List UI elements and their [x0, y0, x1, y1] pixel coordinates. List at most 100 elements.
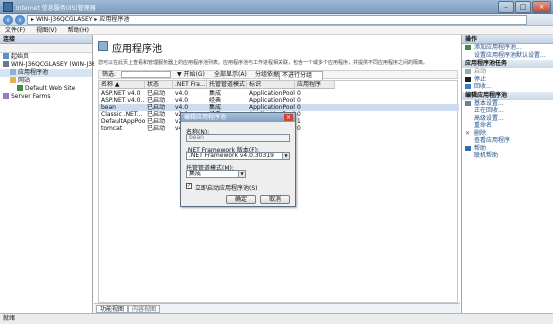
recycle-icon: [465, 84, 471, 89]
cancel-button[interactable]: 取消: [260, 195, 290, 204]
delete-icon: ✕: [465, 129, 471, 137]
action-link[interactable]: 帮助: [462, 145, 553, 153]
table-cell: v4.0: [175, 90, 189, 97]
action-link[interactable]: 查看应用程序: [462, 137, 553, 145]
menu-bar: 文件(F) 视图(V) 帮助(H): [0, 26, 553, 35]
tree-node[interactable]: Server Farms: [0, 93, 92, 101]
table-cell: Classic .NET...: [101, 111, 143, 118]
table-cell: ASP.NET v4.0...: [101, 97, 145, 104]
action-link[interactable]: 联机帮助: [462, 152, 553, 160]
action-label: 设置应用程序池默认设置...: [474, 51, 546, 59]
column-header[interactable]: 应用程序: [295, 81, 335, 89]
table-cell: 已启动: [147, 97, 166, 104]
table-cell: 集成: [209, 90, 222, 97]
action-label: 停止: [474, 75, 487, 83]
help-icon: [465, 145, 471, 151]
close-window-button[interactable]: ×: [532, 1, 551, 13]
table-cell: ApplicationPool...: [249, 97, 295, 104]
app-pool-icon: [10, 69, 16, 75]
table-cell: v4.0: [175, 104, 189, 111]
table-cell: ApplicationPool...: [249, 104, 295, 111]
breadcrumb[interactable]: ▸ WIN-J36QCGLASEY ▸ 应用程序池: [27, 15, 527, 25]
table-row[interactable]: bean 已启动 v4.0 集成 ApplicationPool...0: [99, 104, 459, 111]
window-title: Internet 信息服务(IIS)管理器: [16, 5, 96, 12]
settings-icon: [465, 100, 471, 106]
tree-node-label: 网站: [18, 77, 31, 84]
framework-select[interactable]: .NET Framework v4.0.30319 ▼: [186, 152, 290, 160]
action-link[interactable]: 正在回收...: [462, 107, 553, 115]
action-link[interactable]: ✕ 删除: [462, 130, 553, 138]
add-icon: [465, 45, 471, 50]
back-button[interactable]: ‹: [3, 15, 13, 25]
page-description: 您可以在此页上查看和管理服务器上的应用程序池列表。应用程序池与工作进程相关联，包…: [98, 60, 429, 66]
table-cell: 已启动: [147, 90, 166, 97]
actions-group-header: 应用程序池任务: [462, 60, 553, 68]
table-cell: v4.0: [175, 97, 189, 104]
column-header[interactable]: 标识: [247, 81, 295, 89]
ok-button[interactable]: 确定: [226, 195, 256, 204]
breadcrumb-separator: ▸: [31, 16, 35, 23]
name-field[interactable]: bean: [186, 134, 290, 142]
iis-app-icon: [3, 2, 13, 12]
pipeline-select[interactable]: 集成 ▼: [186, 170, 246, 178]
menu-view[interactable]: 视图(V): [36, 27, 57, 34]
menu-help[interactable]: 帮助(H): [68, 27, 89, 34]
show-all-button[interactable]: 全部显示(A): [214, 71, 247, 79]
table-cell: 已启动: [147, 104, 166, 111]
action-label: 高级设置...: [474, 114, 504, 122]
column-header[interactable]: 状态: [145, 81, 173, 89]
table-cell: bean: [101, 104, 116, 111]
forward-button[interactable]: ›: [15, 15, 25, 25]
action-link[interactable]: 重命名: [462, 122, 553, 130]
filter-start-button[interactable]: ▼ 开始(G): [177, 71, 205, 79]
app-pool-icon: [98, 41, 108, 51]
tab-features-view[interactable]: 功能视图: [96, 305, 129, 313]
breadcrumb-app-pools[interactable]: 应用程序池: [99, 16, 129, 23]
connections-toolbar: [0, 44, 92, 53]
action-link[interactable]: 启动: [462, 68, 553, 76]
action-label: 正在回收...: [474, 107, 504, 114]
framework-value: .NET Framework v4.0.30319: [189, 152, 274, 159]
column-header[interactable]: 托管管道模式: [207, 81, 247, 89]
action-link[interactable]: 回收...: [462, 83, 553, 91]
action-link[interactable]: 高级设置...: [462, 115, 553, 123]
tree-node-label: 应用程序池: [18, 69, 49, 76]
play-icon: [465, 69, 471, 74]
action-link[interactable]: 停止: [462, 76, 553, 84]
tree-node[interactable]: Default Web Site: [0, 85, 92, 93]
filter-input[interactable]: [121, 71, 171, 78]
table-cell: 集成: [209, 104, 222, 111]
tree-node-label: Default Web Site: [25, 85, 76, 92]
menu-file[interactable]: 文件(F): [5, 27, 25, 34]
maximize-button[interactable]: □: [515, 1, 531, 13]
tree-node[interactable]: 应用程序池: [0, 69, 92, 77]
action-label: 重命名: [474, 122, 493, 129]
action-label: 联机帮助: [474, 152, 499, 159]
action-link[interactable]: 设置应用程序池默认设置...: [462, 52, 553, 60]
table-cell: 0: [297, 104, 301, 111]
table-cell: 1: [297, 118, 301, 125]
group-by-label: 分组依据:: [255, 71, 282, 78]
table-row[interactable]: ASP.NET v4.0...已启动 v4.0 经典 ApplicationPool.…: [99, 97, 459, 104]
tree-node[interactable]: 起始页: [0, 53, 92, 61]
website-icon: [17, 85, 23, 91]
autostart-checkbox[interactable]: ✓: [186, 183, 192, 189]
breadcrumb-server[interactable]: WIN-J36QCGLASEY: [36, 16, 93, 23]
action-link[interactable]: 添加应用程序池...: [462, 44, 553, 52]
tree-node[interactable]: WIN-J36QCGLASEY (WIN-J36QC: [0, 61, 105, 69]
table-cell: DefaultAppPool: [101, 118, 145, 125]
tab-content-view[interactable]: 内容视图: [128, 305, 161, 313]
dialog-close-button[interactable]: ×: [284, 114, 293, 121]
table-cell: 0: [297, 97, 301, 104]
tree-node[interactable]: 网站: [0, 77, 92, 85]
actions-title: 操作: [462, 35, 553, 44]
connections-tree: 起始页 WIN-J36QCGLASEY (WIN-J36QC 应用程序池 网站 Defa…: [0, 53, 105, 101]
action-link[interactable]: 基本设置...: [462, 100, 553, 108]
column-header[interactable]: 名称 ▲: [99, 81, 145, 89]
table-row[interactable]: ASP.NET v4.0 已启动 v4.0 集成 ApplicationPool...0: [99, 90, 459, 97]
actions-group-header: 编辑应用程序池: [462, 91, 553, 100]
action-label: 启动: [474, 68, 487, 75]
edit-app-pool-dialog: 编辑应用程序池 × 名称(N): bean .NET Framework 版本(…: [180, 112, 296, 207]
column-header[interactable]: .NET Fra...: [173, 81, 207, 89]
minimize-button[interactable]: –: [498, 1, 514, 13]
